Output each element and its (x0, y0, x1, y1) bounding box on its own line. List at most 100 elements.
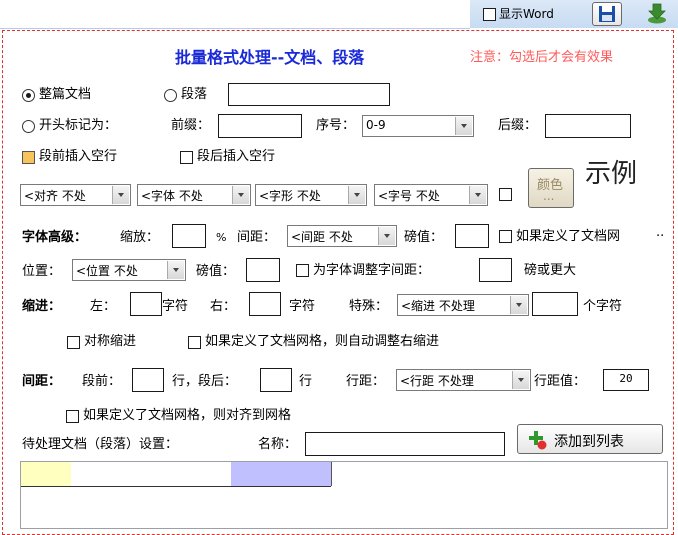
floppy-disk-icon (599, 6, 615, 22)
position-combo[interactable]: <位置 不处 (72, 259, 186, 281)
name-label: 名称： (258, 437, 298, 452)
spacing-pt-input[interactable] (455, 224, 489, 248)
grid-header-cell-blue (231, 462, 332, 486)
font-combo-value: <字体 不处 (141, 189, 203, 203)
symmetric-indent-label: 对称缩进 (84, 334, 137, 349)
chevron-down-icon[interactable] (348, 186, 365, 204)
chevron-down-icon[interactable] (510, 296, 527, 314)
grid-font-checkbox[interactable] (499, 230, 512, 243)
toolbar-left-panel (0, 0, 470, 29)
space-after-input[interactable] (260, 368, 292, 392)
indent-left-unit: 字符 (162, 299, 189, 314)
symmetric-indent-checkbox[interactable] (67, 336, 80, 349)
show-word-label: 显示Word (499, 7, 554, 21)
download-icon (648, 3, 666, 24)
insert-blank-before-label: 段前插入空行 (39, 149, 118, 164)
position-label: 位置： (22, 264, 62, 279)
indent-special-input[interactable] (532, 292, 578, 316)
position-pt-label: 磅值： (196, 264, 236, 279)
seq-combo[interactable]: 0-9 (362, 115, 474, 137)
paragraph-label: 段落 (181, 87, 208, 102)
color-button[interactable]: 颜色 ... (528, 168, 574, 208)
suffix-input[interactable] (545, 114, 631, 138)
char-spacing-combo-value: <间距 不处 (291, 230, 353, 244)
chevron-down-icon[interactable] (232, 186, 249, 204)
align-combo[interactable]: <对齐 不处 (20, 184, 131, 206)
indent-right-input[interactable] (249, 292, 281, 316)
font-size-combo-value: <字号 不处 (378, 189, 440, 203)
download-button[interactable] (640, 0, 674, 26)
space-after-unit: 行 (299, 374, 313, 389)
whole-doc-radio[interactable] (22, 89, 35, 102)
settings-grid[interactable] (20, 461, 668, 529)
indent-special-combo[interactable]: <缩进 不处理 (397, 294, 529, 316)
indent-left-label: 左： (90, 299, 117, 314)
space-before-input[interactable] (132, 368, 164, 392)
color-button-dots: ... (543, 189, 555, 203)
auto-right-indent-label: 如果定义了文档网格，则自动调整右缩进 (205, 334, 440, 349)
auto-right-indent-checkbox[interactable] (188, 336, 201, 349)
space-after-label: 行，段后： (172, 374, 238, 389)
indent-special-label: 特殊： (349, 299, 389, 314)
position-combo-value: <位置 不处 (76, 264, 138, 278)
font-style-combo-value: <字形 不处 (259, 189, 321, 203)
chevron-down-icon[interactable] (469, 186, 486, 204)
insert-blank-before-checkbox[interactable] (22, 151, 35, 164)
add-to-list-button[interactable]: 添加到列表 (517, 424, 663, 454)
add-to-list-label: 添加到列表 (554, 434, 624, 450)
seq-combo-value: 0-9 (366, 118, 386, 132)
kerning-input[interactable] (479, 258, 512, 282)
position-pt-input[interactable] (246, 258, 280, 282)
prefix-label: 前缀： (171, 118, 211, 133)
kerning-checkbox[interactable] (296, 264, 309, 277)
add-icon (529, 431, 547, 450)
insert-blank-after-checkbox[interactable] (180, 151, 193, 164)
grid-align-checkbox[interactable] (66, 410, 79, 423)
preview-sample: 示例 (585, 159, 638, 189)
line-spacing-combo-value: <行距 不处理 (400, 374, 474, 388)
notice-text: 注意：勾选后才会有效果 (470, 50, 614, 65)
chevron-down-icon[interactable] (512, 371, 529, 389)
save-button[interactable] (592, 2, 622, 26)
font-size-combo[interactable]: <字号 不处 (374, 184, 488, 206)
color-checkbox[interactable] (499, 188, 512, 201)
prefix-mark-radio[interactable] (22, 120, 35, 133)
ellipsis-text: ·· (656, 229, 665, 244)
paragraph-radio[interactable] (164, 89, 177, 102)
suffix-label: 后缀： (498, 118, 538, 133)
pending-label: 待处理文档（段落）设置： (22, 437, 179, 452)
indent-heading: 缩进： (22, 299, 62, 314)
font-combo[interactable]: <字体 不处 (137, 184, 251, 206)
scale-label: 缩放： (120, 230, 160, 245)
font-style-combo[interactable]: <字形 不处 (255, 184, 367, 206)
percent-label: % (216, 231, 227, 244)
kerning-label: 为字体调整字间距： (313, 263, 431, 278)
grid-header-underline (21, 486, 331, 487)
chevron-down-icon[interactable] (378, 227, 395, 245)
prefix-input[interactable] (218, 114, 302, 138)
indent-special-combo-value: <缩进 不处理 (401, 299, 475, 313)
chevron-down-icon[interactable] (167, 261, 184, 279)
grid-align-label: 如果定义了文档网格，则对齐到网格 (83, 408, 292, 423)
chevron-down-icon[interactable] (455, 117, 472, 135)
chevron-down-icon[interactable] (112, 186, 129, 204)
indent-special-unit: 个字符 (583, 299, 623, 314)
name-input[interactable] (305, 432, 505, 456)
indent-right-label: 右： (210, 299, 237, 314)
show-word-checkbox[interactable] (483, 8, 496, 21)
whole-doc-label: 整篇文档 (39, 87, 92, 102)
spacing-label: 间距： (237, 230, 277, 245)
spacing-heading: 间距： (22, 374, 62, 389)
kerning-suffix: 磅或更大 (524, 263, 577, 278)
spacing-pt-label: 磅值： (404, 230, 444, 245)
seq-label: 序号： (316, 118, 356, 133)
char-spacing-combo[interactable]: <间距 不处 (287, 225, 397, 247)
scale-input[interactable] (172, 224, 206, 248)
prefix-mark-label: 开头标记为： (39, 118, 118, 133)
line-value-input[interactable]: 20 (603, 369, 649, 391)
line-spacing-label: 行距： (346, 374, 386, 389)
paragraph-input[interactable] (228, 83, 390, 106)
indent-right-unit: 字符 (289, 299, 316, 314)
indent-left-input[interactable] (130, 292, 162, 316)
line-spacing-combo[interactable]: <行距 不处理 (396, 369, 531, 391)
